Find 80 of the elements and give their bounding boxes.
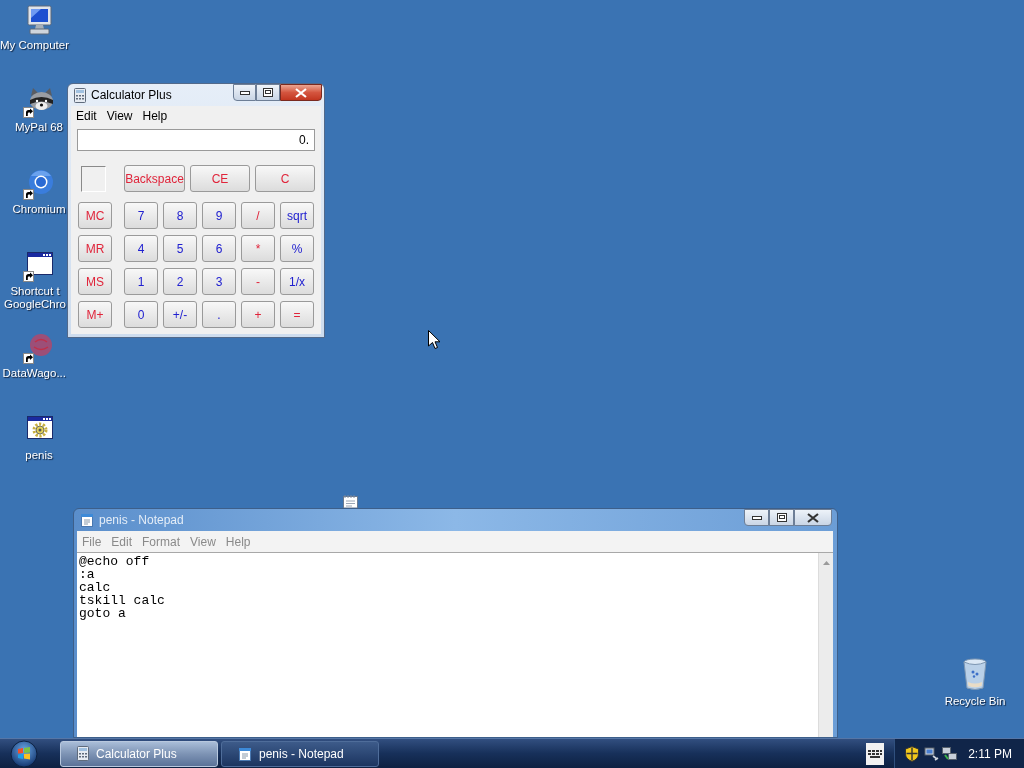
calculator-key[interactable]: /: [241, 202, 275, 229]
calculator-key[interactable]: 0: [124, 301, 158, 328]
notepad-icon: [238, 746, 252, 761]
window-title: Calculator Plus: [91, 87, 172, 104]
calculator-key[interactable]: CE: [190, 165, 250, 192]
text-editor-field[interactable]: @echo off :a calc tskill calc goto a: [77, 553, 818, 737]
calculator-key[interactable]: +/-: [163, 301, 197, 328]
clock[interactable]: 2:11 PM: [968, 744, 1012, 763]
window-title: penis - Notepad: [99, 512, 184, 529]
raccoon-icon[interactable]: [23, 86, 55, 118]
mouse-pointer-icon: [428, 330, 441, 350]
minimize-icon: [751, 515, 762, 520]
taskbar-button[interactable]: penis - Notepad: [221, 740, 379, 767]
calculator-icon: [77, 746, 89, 761]
close-icon: [295, 87, 307, 98]
menu-item[interactable]: Format: [142, 532, 181, 551]
calculator-key[interactable]: 1/x: [280, 268, 314, 295]
menu-item[interactable]: File: [82, 532, 102, 551]
menu-item[interactable]: Help: [225, 532, 251, 551]
calculator-key[interactable]: MR: [78, 235, 112, 262]
desktop-icon-label[interactable]: Chromium: [12, 203, 66, 216]
close-button[interactable]: [280, 84, 322, 101]
display-field: 0.: [77, 129, 315, 151]
menu-item[interactable]: Edit: [76, 107, 97, 125]
calculator-key[interactable]: Backspace: [124, 165, 185, 192]
calculator-key[interactable]: 1: [124, 268, 158, 295]
notepad-icon[interactable]: [342, 494, 359, 508]
minimize-button[interactable]: [744, 509, 769, 526]
memory-indicator: [81, 165, 106, 192]
calculator-key[interactable]: 7: [124, 202, 158, 229]
vertical-scrollbar[interactable]: [818, 553, 833, 737]
desktop-icon-label[interactable]: My Computer: [0, 39, 70, 52]
calculator-key[interactable]: MS: [78, 268, 112, 295]
calculator-key[interactable]: 4: [124, 235, 158, 262]
network-icon[interactable]: [942, 745, 959, 762]
calculator-key[interactable]: -: [241, 268, 275, 295]
trash-bin-icon[interactable]: [961, 657, 989, 691]
calculator-key[interactable]: M+: [78, 301, 112, 328]
calculator-key[interactable]: *: [241, 235, 275, 262]
calculator-key[interactable]: C: [255, 165, 315, 192]
calculator-key[interactable]: =: [280, 301, 314, 328]
menu-item[interactable]: Edit: [111, 532, 133, 551]
maximize-button[interactable]: [769, 509, 794, 526]
logo-icon: [10, 739, 38, 768]
ring-logo-icon[interactable]: [23, 168, 55, 200]
plug-icon[interactable]: [924, 745, 941, 762]
calculator-key[interactable]: 2: [163, 268, 197, 295]
menu-item[interactable]: View: [190, 532, 216, 551]
maximize-icon: [263, 88, 273, 97]
notepad-icon: [80, 513, 94, 527]
minimize-icon: [239, 90, 250, 95]
menu-item[interactable]: View: [106, 107, 133, 125]
desktop-icon-label[interactable]: penis: [25, 449, 53, 462]
calculator-key[interactable]: 3: [202, 268, 236, 295]
faded-disc-icon[interactable]: [23, 332, 55, 364]
calculator-key[interactable]: MC: [78, 202, 112, 229]
window-icon[interactable]: [23, 250, 55, 282]
shield-icon[interactable]: [905, 745, 920, 762]
desktop-icon-label[interactable]: Recycle Bin: [944, 695, 1006, 708]
calculator-key[interactable]: %: [280, 235, 314, 262]
calculator-key[interactable]: +: [241, 301, 275, 328]
keyboard-icon[interactable]: [866, 742, 885, 765]
calculator-key[interactable]: sqrt: [280, 202, 314, 229]
desktop-icon-label[interactable]: DataWago...: [2, 367, 66, 380]
maximize-icon: [776, 513, 787, 522]
desktop-icon-label[interactable]: Shortcut t GoogleChro: [4, 285, 66, 311]
minimize-button[interactable]: [233, 84, 256, 101]
calculator-key[interactable]: .: [202, 301, 236, 328]
calculator-key[interactable]: 8: [163, 202, 197, 229]
maximize-button[interactable]: [256, 84, 280, 101]
taskbar-button[interactable]: Calculator Plus: [60, 740, 218, 767]
menu-item[interactable]: Help: [142, 107, 168, 125]
calculator-key[interactable]: 9: [202, 202, 236, 229]
calculator-key[interactable]: 6: [202, 235, 236, 262]
calculator-icon: [74, 87, 86, 103]
close-icon: [807, 512, 819, 523]
calculator-key[interactable]: 5: [163, 235, 197, 262]
desktop-icon-label[interactable]: MyPal 68: [15, 121, 63, 134]
close-button[interactable]: [794, 509, 832, 526]
start-button[interactable]: [8, 739, 40, 768]
